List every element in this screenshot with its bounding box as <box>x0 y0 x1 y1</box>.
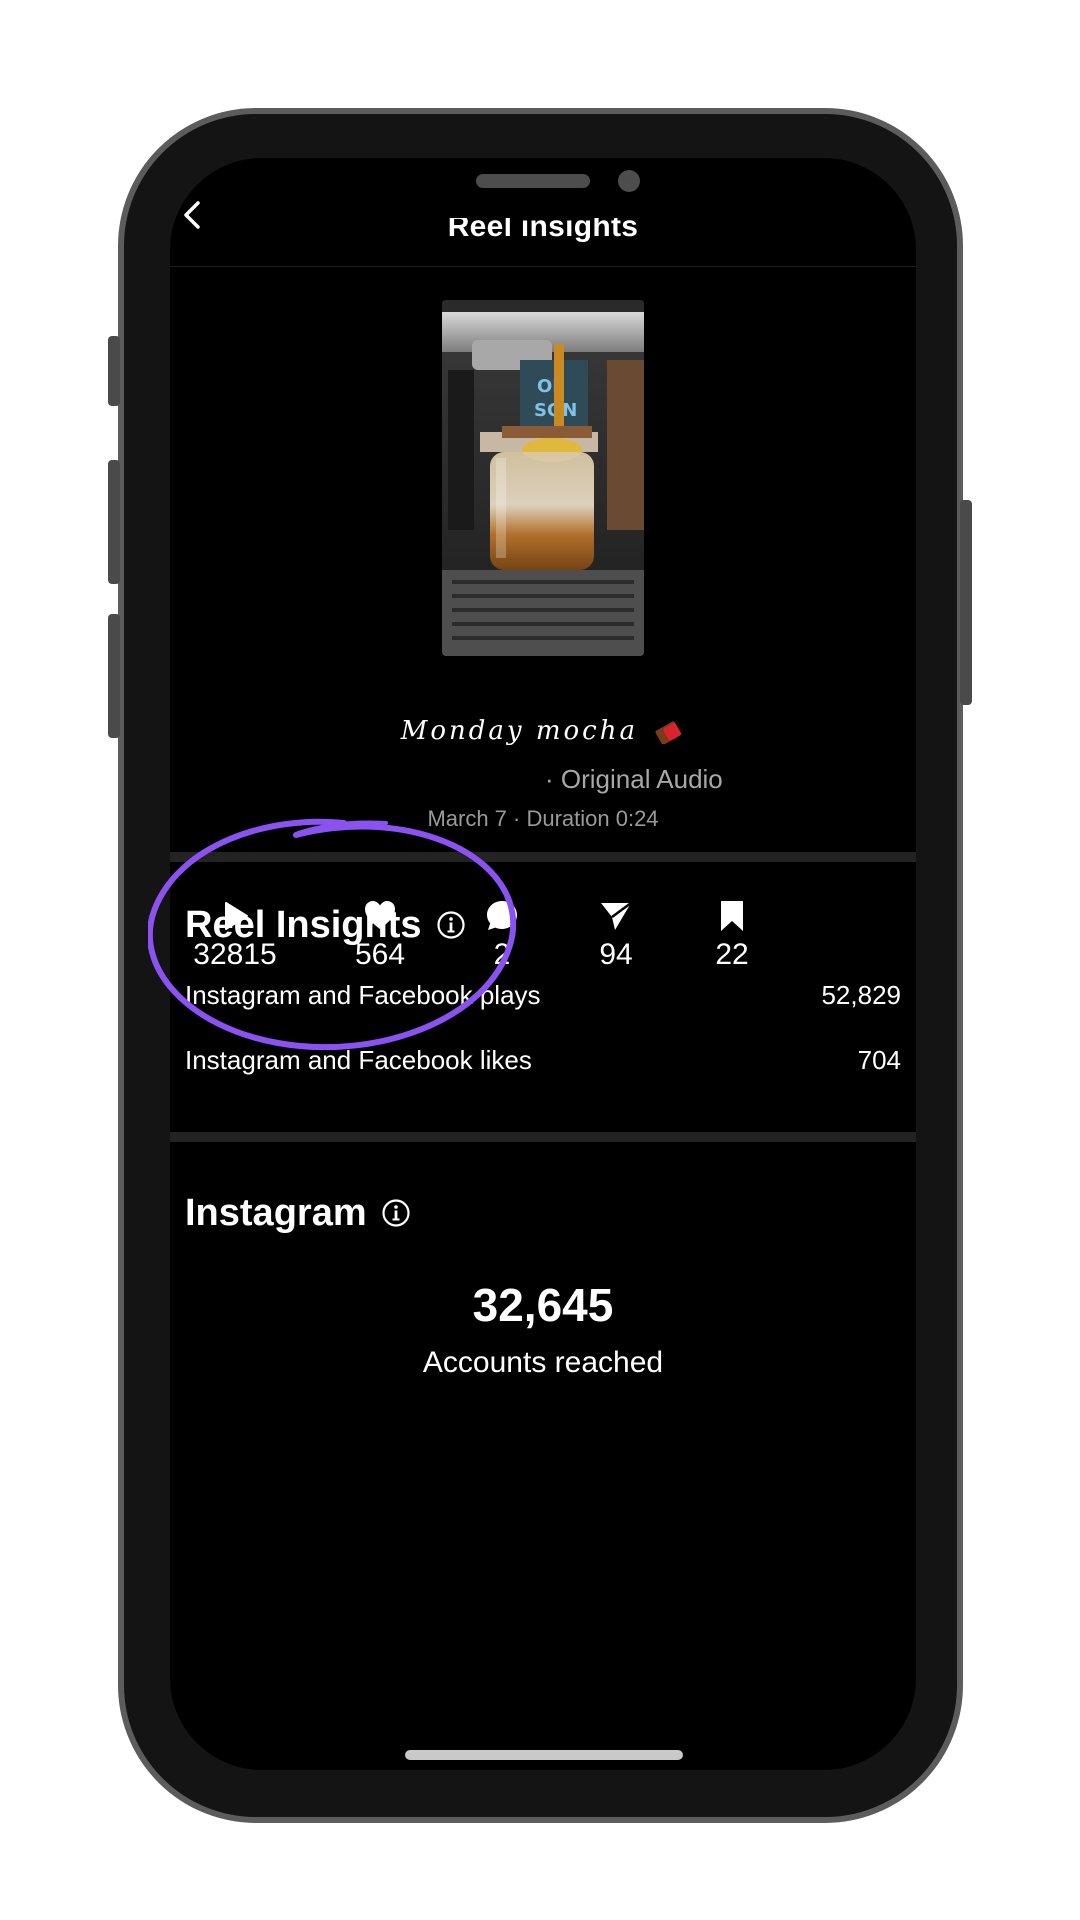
speaker-grille <box>476 174 590 188</box>
reel-caption: Monday mocha <box>170 716 916 746</box>
phone-volume-down-button <box>108 614 120 738</box>
paper-plane-icon <box>601 901 632 930</box>
insight-row-value: 704 <box>857 1045 901 1075</box>
saves-stat: 22 <box>662 898 802 972</box>
chocolate-emoji-icon <box>655 721 682 744</box>
phone-mute-switch <box>108 336 120 406</box>
phone-power-button <box>960 500 972 705</box>
info-icon[interactable] <box>381 1198 411 1228</box>
instagram-title: Instagram <box>185 1192 367 1234</box>
phone-notch <box>328 158 758 218</box>
saves-count: 22 <box>715 938 749 971</box>
annotation-circle <box>148 818 517 1051</box>
home-indicator[interactable] <box>405 1750 683 1760</box>
reel-audio-label[interactable]: · Original Audio <box>545 764 723 795</box>
phone-volume-up-button <box>108 460 120 584</box>
insight-row-value: 52,829 <box>821 980 901 1010</box>
accounts-reached-label: Accounts reached <box>422 1346 664 1379</box>
reel-thumbnail-image: OE SON <box>442 300 644 656</box>
header-divider <box>170 266 916 267</box>
reel-caption-text: Monday mocha <box>400 716 638 746</box>
accounts-reached-value: 32,645 <box>472 1279 614 1331</box>
reel-thumbnail[interactable]: OE SON <box>442 300 644 656</box>
front-camera <box>618 170 640 192</box>
instagram-heading: Instagram <box>185 1192 411 1235</box>
section-divider <box>170 1132 916 1142</box>
bookmark-icon <box>721 901 743 931</box>
